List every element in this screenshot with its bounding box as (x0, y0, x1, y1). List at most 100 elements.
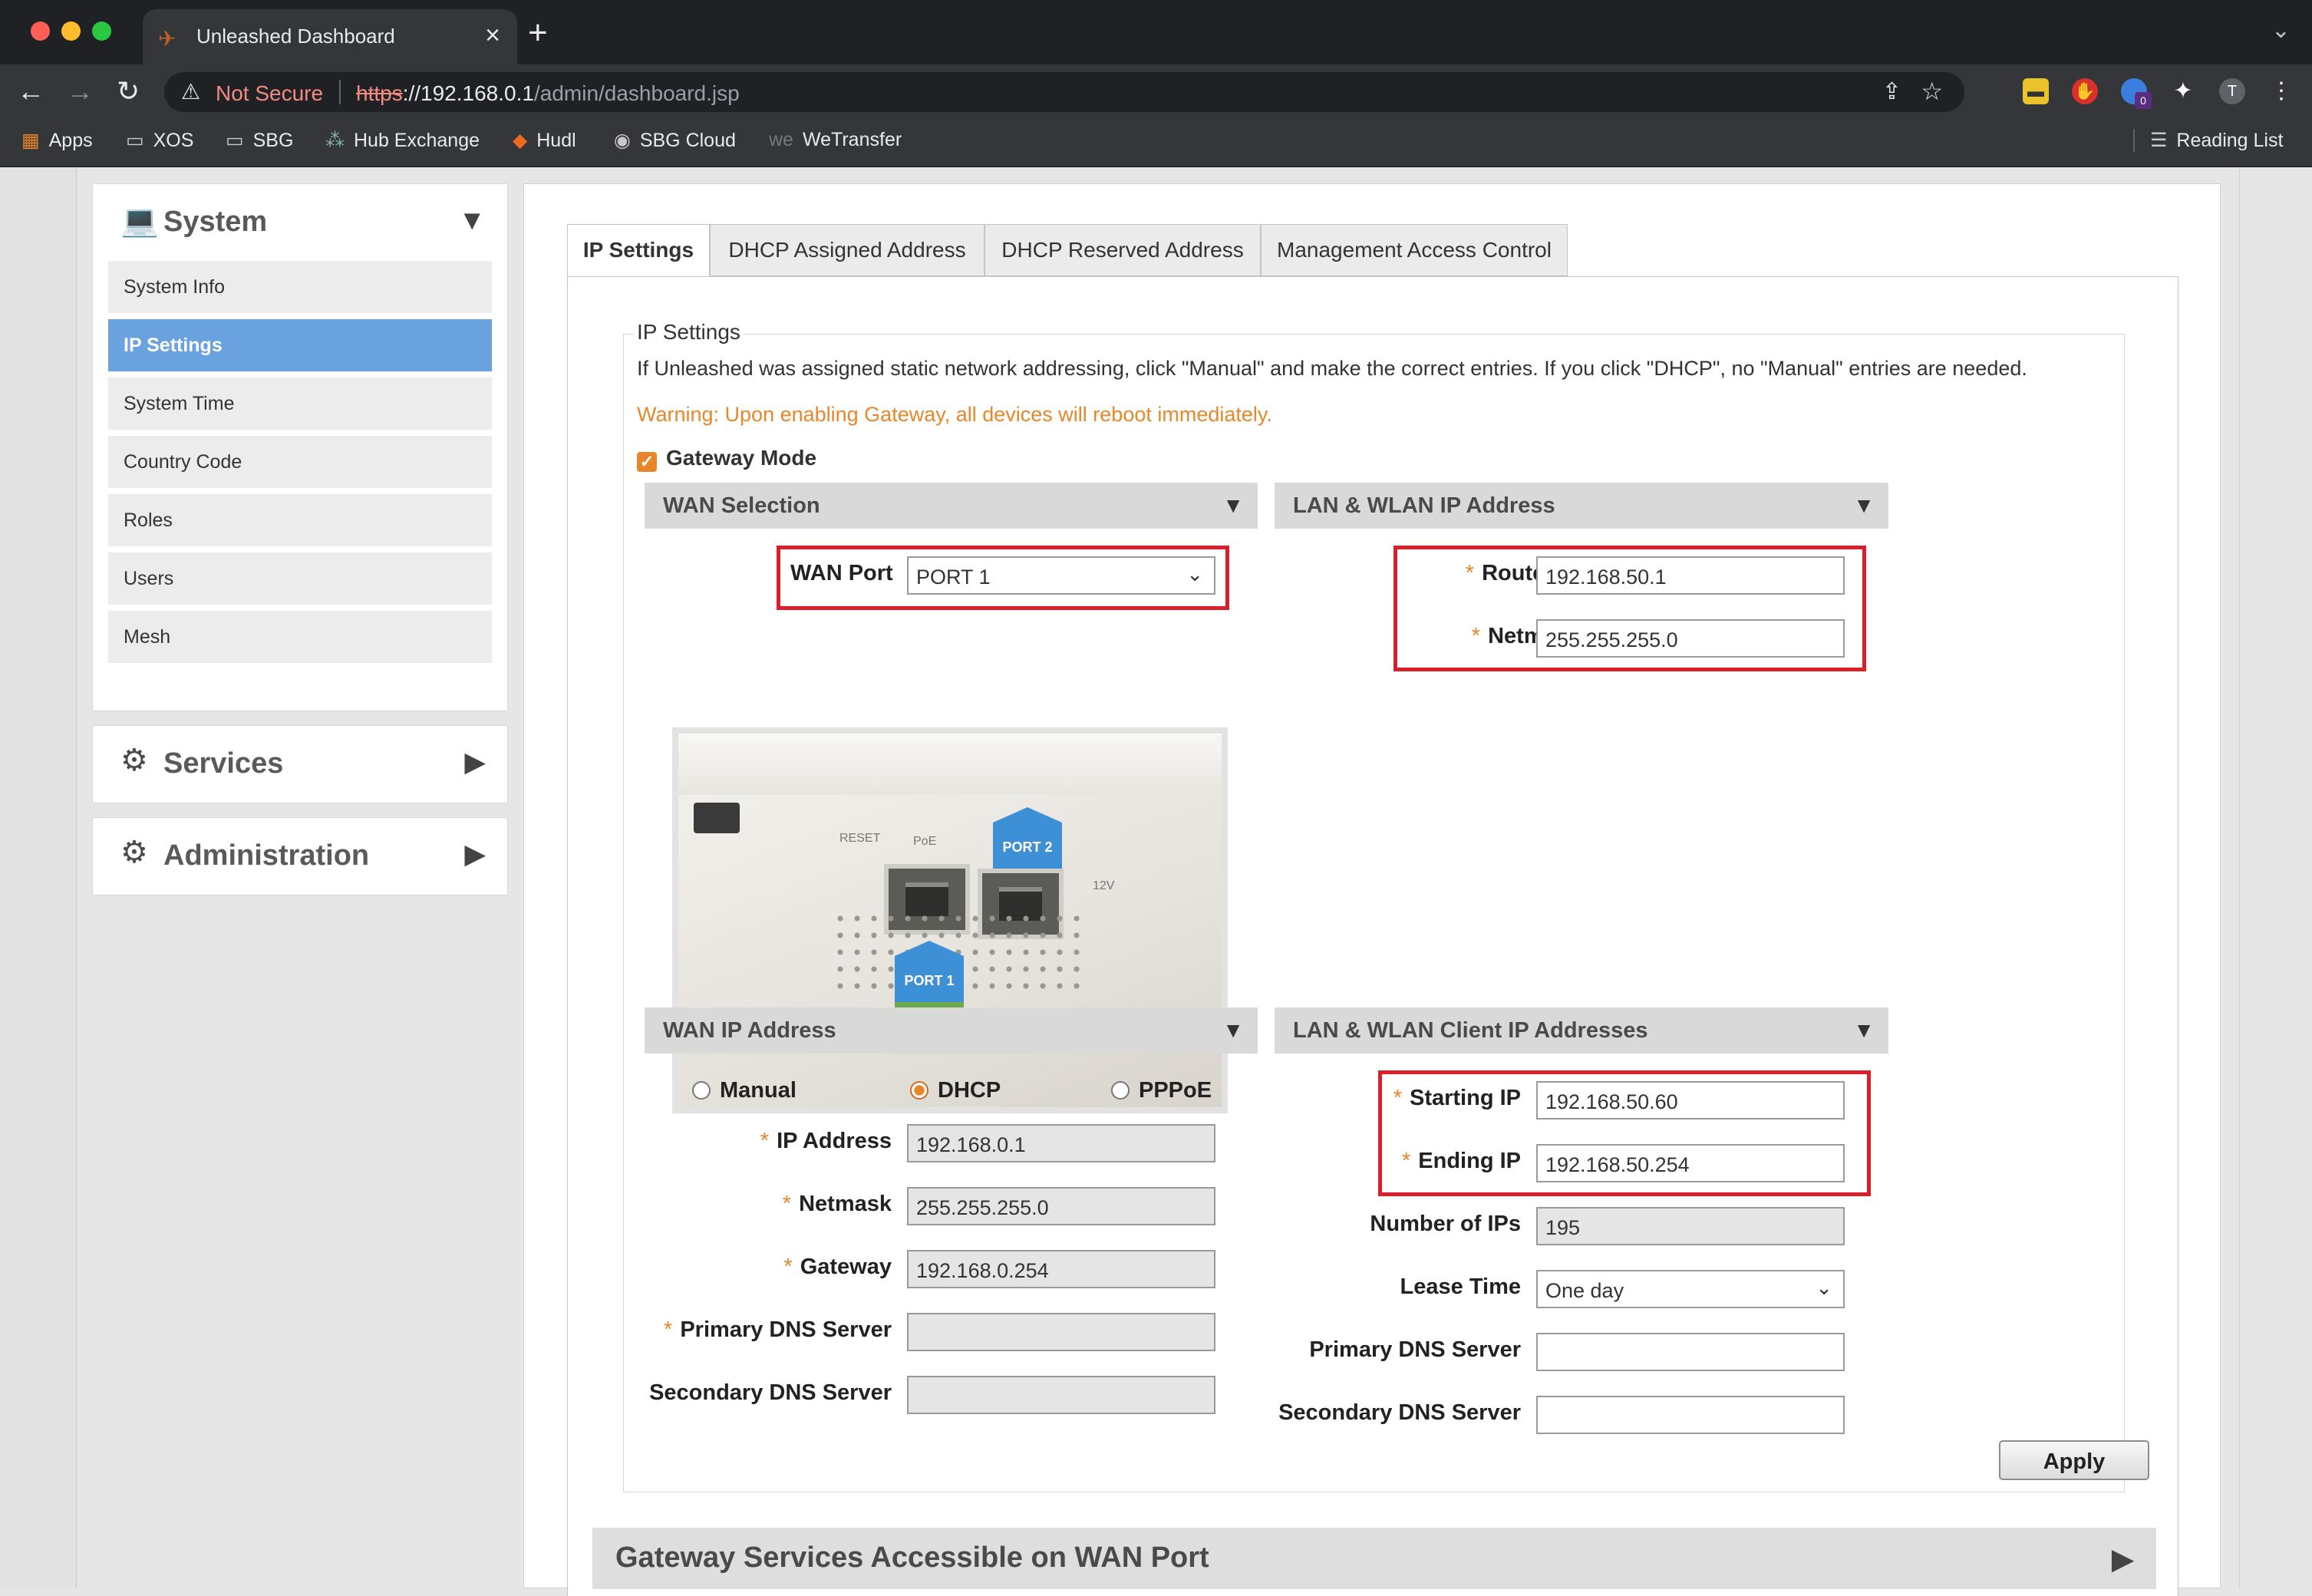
bookmark-xos[interactable]: ▭ XOS (126, 129, 193, 152)
poe-label: PoE (913, 835, 937, 848)
close-tab-icon[interactable]: × (485, 21, 500, 51)
hub-exchange-icon: ⁂ (325, 130, 345, 151)
radio-dhcp-circle[interactable] (910, 1081, 928, 1100)
port-2-tag-label: PORT 2 (1002, 839, 1053, 855)
tab-management-access[interactable]: Management Access Control (1261, 224, 1568, 276)
radio-dhcp[interactable]: DHCP (910, 1078, 1001, 1103)
new-tab-icon[interactable]: + (528, 14, 548, 52)
wan-port-select[interactable]: PORT 1 ⌄ (907, 556, 1215, 595)
required-marker: * (1471, 624, 1481, 648)
apply-button[interactable]: Apply (1999, 1440, 2149, 1480)
radio-manual-circle[interactable] (692, 1081, 711, 1100)
tag-point (993, 807, 1062, 823)
address-bar[interactable]: ⚠ Not Secure https://192.168.0.1/admin/d… (164, 72, 1964, 112)
extension-password-icon[interactable]: 0 (2121, 78, 2152, 109)
router-ip-input[interactable]: 192.168.50.1 (1536, 556, 1845, 595)
security-label[interactable]: Not Secure (216, 81, 323, 106)
minimize-window-button[interactable] (61, 21, 81, 41)
profile-avatar[interactable]: T (2219, 78, 2245, 104)
administration-section[interactable]: ⚙ Administration ▶ (92, 817, 508, 895)
radio-pppoe[interactable]: PPPoE (1111, 1078, 1212, 1103)
wan-ip-input[interactable]: 192.168.0.1 (907, 1124, 1215, 1162)
share-icon[interactable]: ⇪ (1882, 78, 1901, 105)
expand-arrow-icon[interactable]: ▶ (464, 838, 486, 870)
wan-netmask-input[interactable]: 255.255.255.0 (907, 1187, 1215, 1225)
tab-dhcp-assigned[interactable]: DHCP Assigned Address (710, 224, 984, 276)
wan-ip-header[interactable]: WAN IP Address ▼ (645, 1007, 1258, 1054)
radio-pppoe-circle[interactable] (1111, 1081, 1130, 1100)
bookmark-hub-exchange-label: Hub Exchange (354, 130, 480, 151)
12v-label: 12V (1093, 879, 1115, 892)
lan-primary-dns-input[interactable] (1536, 1333, 1845, 1371)
reading-list-label: Reading List (2176, 130, 2284, 151)
collapse-arrow-icon[interactable]: ▼ (458, 204, 486, 236)
sidebar-item-mesh[interactable]: Mesh (108, 611, 492, 663)
required-marker: * (783, 1255, 793, 1279)
favicon-icon: ✈ (158, 27, 176, 51)
page-scrollbar[interactable] (2239, 168, 2312, 1588)
lan-netmask-input[interactable]: 255.255.255.0 (1536, 619, 1845, 658)
tab-title: Unleashed Dashboard (196, 25, 395, 48)
services-icon: ⚙ (120, 744, 148, 777)
collapse-arrow-icon[interactable]: ▼ (1222, 1018, 1244, 1043)
starting-ip-input[interactable]: 192.168.50.60 (1536, 1081, 1845, 1120)
wan-netmask-label-text: Netmask (799, 1192, 892, 1216)
collapse-arrow-icon[interactable]: ▼ (1853, 1018, 1875, 1043)
tab-dhcp-reserved[interactable]: DHCP Reserved Address (984, 224, 1261, 276)
bookmark-apps[interactable]: ▦ Apps (21, 129, 93, 152)
services-section[interactable]: ⚙ Services ▶ (92, 725, 508, 803)
sidebar-item-ip-settings[interactable]: IP Settings (108, 319, 492, 371)
bookmark-hub-exchange[interactable]: ⁂ Hub Exchange (325, 129, 480, 152)
system-title[interactable]: System (163, 206, 267, 239)
ending-ip-input[interactable]: 192.168.50.254 (1536, 1144, 1845, 1182)
back-icon[interactable]: ← (17, 75, 45, 107)
checkmark-icon[interactable]: ✓ (637, 452, 657, 472)
bookmark-sbg-cloud[interactable]: ◉ SBG Cloud (614, 129, 736, 152)
tab-ip-settings[interactable]: IP Settings (567, 224, 710, 276)
bookmark-star-icon[interactable]: ☆ (1921, 77, 1943, 106)
gateway-mode-checkbox[interactable]: ✓ Gateway Mode (637, 446, 816, 472)
wan-port-value: PORT 1 (916, 566, 991, 589)
lan-secondary-dns-input[interactable] (1536, 1396, 1845, 1434)
administration-title[interactable]: Administration (163, 839, 369, 872)
bookmark-wetransfer[interactable]: we WeTransfer (769, 129, 902, 151)
wan-primary-dns-input[interactable] (907, 1313, 1215, 1351)
radio-manual[interactable]: Manual (692, 1078, 797, 1103)
tab-search-chevron-icon[interactable]: ⌄ (2271, 17, 2291, 44)
url-text[interactable]: https://192.168.0.1/admin/dashboard.jsp (356, 81, 740, 106)
wan-ip-label: * IP Address (645, 1129, 892, 1154)
wan-secondary-dns-input[interactable] (907, 1376, 1215, 1414)
collapse-arrow-icon[interactable]: ▼ (1853, 493, 1875, 518)
lease-time-select[interactable]: One day ⌄ (1536, 1270, 1845, 1308)
expand-arrow-icon[interactable]: ▶ (464, 746, 486, 778)
browser-tab[interactable]: ✈ Unleashed Dashboard × (143, 9, 517, 64)
expand-arrow-icon[interactable]: ▶ (2112, 1543, 2133, 1575)
reading-list-button[interactable]: ☰ Reading List (2133, 129, 2283, 152)
browser-menu-icon[interactable]: ⋮ (2268, 78, 2294, 104)
bookmark-sbg[interactable]: ▭ SBG (226, 129, 293, 152)
sidebar-item-system-time[interactable]: System Time (108, 378, 492, 430)
bookmark-xos-label: XOS (153, 130, 194, 151)
wan-gateway-input[interactable]: 192.168.0.254 (907, 1250, 1215, 1288)
sidebar-item-country-code[interactable]: Country Code (108, 436, 492, 488)
bookmark-hudl[interactable]: ◆ Hudl (513, 129, 576, 152)
sidebar-item-users[interactable]: Users (108, 552, 492, 605)
extensions-puzzle-icon[interactable]: ✦ (2170, 78, 2196, 104)
wan-selection-header[interactable]: WAN Selection ▼ (645, 483, 1258, 529)
extension-notes-icon[interactable]: ▬ (2023, 78, 2049, 104)
bookmark-wetransfer-label: WeTransfer (802, 129, 902, 150)
lan-wlan-ip-header[interactable]: LAN & WLAN IP Address ▼ (1275, 483, 1888, 529)
reload-icon[interactable]: ↻ (117, 75, 140, 107)
sidebar-item-system-info[interactable]: System Info (108, 261, 492, 313)
forward-icon[interactable]: → (66, 75, 94, 107)
sidebar-item-roles[interactable]: Roles (108, 494, 492, 546)
gateway-services-header[interactable]: Gateway Services Accessible on WAN Port ▶ (592, 1528, 2156, 1589)
maximize-window-button[interactable] (92, 21, 111, 41)
number-of-ips-label: Number of IPs (1370, 1212, 1521, 1236)
close-window-button[interactable] (31, 21, 50, 41)
lan-client-header[interactable]: LAN & WLAN Client IP Addresses ▼ (1275, 1007, 1888, 1054)
collapse-arrow-icon[interactable]: ▼ (1222, 493, 1244, 518)
extension-adblock-icon[interactable]: ✋ (2072, 78, 2098, 104)
services-title[interactable]: Services (163, 747, 283, 780)
apps-grid-icon: ▦ (21, 130, 40, 151)
